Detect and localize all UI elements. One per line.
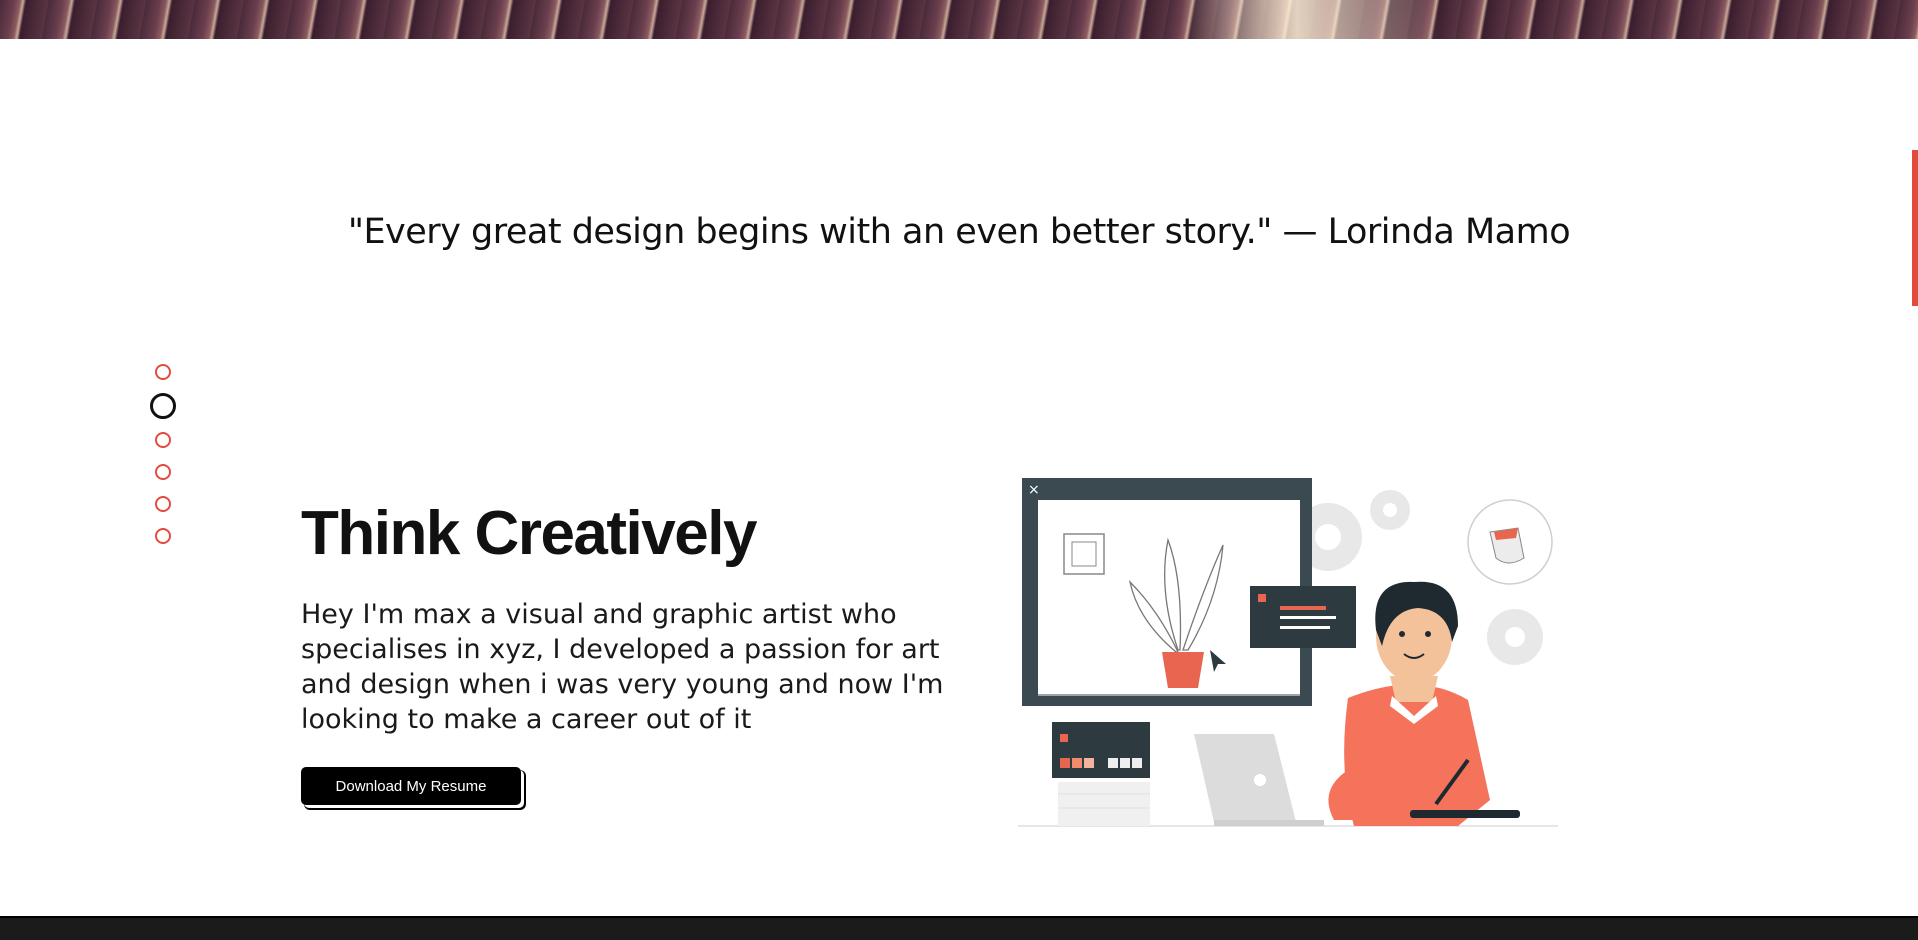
hero-title: Think Creatively <box>301 499 757 568</box>
page-quote: "Every great design begins with an even … <box>347 212 1571 252</box>
section-dot-5[interactable] <box>155 496 171 512</box>
section-dot-3[interactable] <box>155 432 171 448</box>
section-dot-1[interactable] <box>155 364 171 380</box>
section-dot-6[interactable] <box>155 528 171 544</box>
designer-illustration: × <box>1018 478 1558 827</box>
section-nav-dots <box>150 364 176 544</box>
svg-text:×: × <box>1028 482 1040 498</box>
download-resume-button[interactable]: Download My Resume <box>301 767 521 805</box>
section-dot-4[interactable] <box>155 464 171 480</box>
page-footer <box>0 916 1918 940</box>
header-banner <box>0 0 1918 39</box>
section-dot-2[interactable] <box>150 393 176 419</box>
hero-bio: Hey I'm max a visual and graphic artist … <box>301 599 944 735</box>
